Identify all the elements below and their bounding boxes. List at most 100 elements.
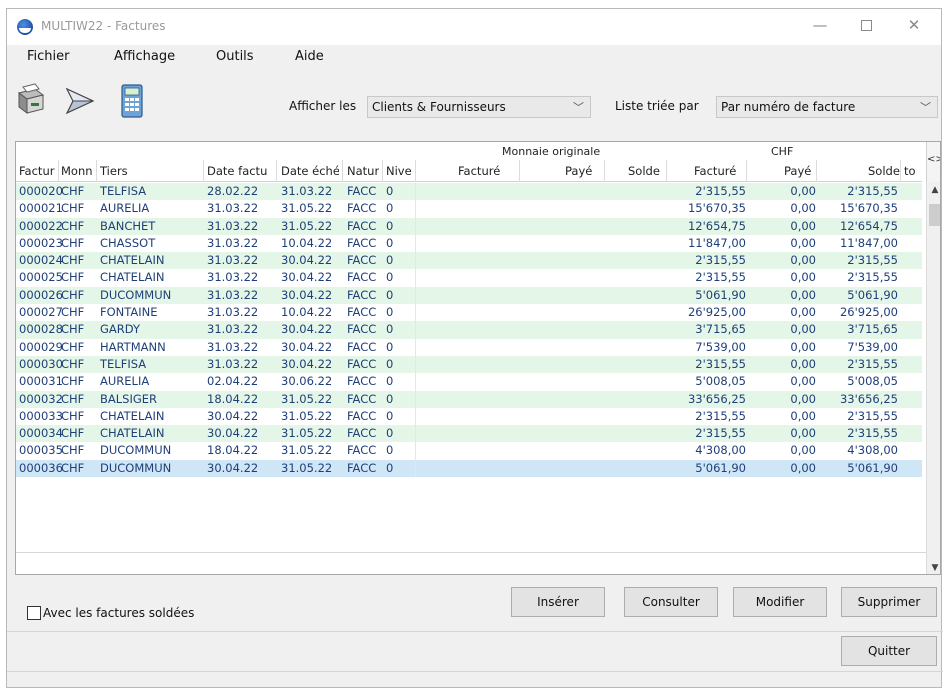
cell-niveau: 0 <box>386 287 394 302</box>
cell-monnaie: CHF <box>61 408 85 423</box>
invoice-grid[interactable]: Monnaie originale CHF Factur Monn Tiers … <box>15 141 941 575</box>
group-monnaie-originale: Monnaie originale <box>502 145 601 158</box>
table-row[interactable]: 000030 CHF TELFISA 31.03.22 30.04.22 FACC 0 2'3… <box>16 355 922 374</box>
cell-chf-paye: 0,00 <box>790 408 816 423</box>
col-tiers[interactable]: Tiers <box>100 164 200 178</box>
table-row[interactable]: 000024 CHF CHATELAIN 31.03.22 30.04.22 FACC 0 2… <box>16 252 922 270</box>
table-row[interactable]: 000034 CHF CHATELAIN 30.04.22 31.05.22 FACC 0 2… <box>16 425 922 443</box>
table-row[interactable]: 000022 CHF BANCHET 31.03.22 31.05.22 FACC 0 12'… <box>16 217 922 235</box>
chevron-down-icon: ﹀ <box>573 101 584 114</box>
cell-chf-paye: 0,00 <box>790 201 816 216</box>
cell-chf-paye: 0,00 <box>790 287 816 302</box>
table-row[interactable]: 000028 CHF GARDY 31.03.22 30.04.22 FACC 0 3'715… <box>16 321 922 339</box>
cell-date-facture: 31.03.22 <box>207 270 259 285</box>
table-row[interactable]: 000035 CHF DUCOMMUN 18.04.22 31.05.22 FACC 0 4'… <box>16 442 922 460</box>
cell-chf-paye: 0,00 <box>790 443 816 458</box>
soldees-checkbox[interactable] <box>27 606 41 620</box>
col-orig-solde[interactable]: Solde <box>628 164 660 178</box>
cell-facture: 000032 <box>19 391 63 406</box>
cell-facture: 000022 <box>19 218 63 233</box>
cell-chf-paye: 0,00 <box>790 460 816 475</box>
column-chooser-button[interactable]: <> <box>926 142 940 182</box>
menu-outils[interactable]: Outils <box>216 49 254 64</box>
calculator-icon[interactable] <box>115 83 149 119</box>
cell-nature: FACC <box>347 305 377 320</box>
table-row[interactable]: 000031 CHF AURELIA 02.04.22 30.06.22 FACC 0 5'0… <box>16 373 922 391</box>
printer-icon[interactable] <box>13 83 47 119</box>
table-row[interactable]: 000020 CHF TELFISA 28.02.22 31.03.22 FACC 0 2'3… <box>16 183 922 201</box>
col-chf-facture[interactable]: Facturé <box>694 164 736 178</box>
col-date-facture[interactable]: Date factu <box>207 164 274 178</box>
cell-date-echeance: 31.05.22 <box>281 391 333 406</box>
cell-chf-paye: 0,00 <box>790 218 816 233</box>
cell-date-echeance: 10.04.22 <box>281 235 333 250</box>
scroll-up-icon[interactable]: ▲ <box>927 182 940 198</box>
col-nature[interactable]: Natur <box>347 164 379 178</box>
table-row[interactable]: 000029 CHF HARTMANN 31.03.22 30.04.22 FACC 0 7'… <box>16 338 922 356</box>
inserer-button[interactable]: Insérer <box>511 587 605 617</box>
cell-date-facture: 30.04.22 <box>207 460 259 475</box>
cell-chf-facture: 5'061,90 <box>695 287 746 302</box>
table-row[interactable]: 000025 CHF CHATELAIN 31.03.22 30.04.22 FACC 0 2… <box>16 269 922 287</box>
cell-chf-paye: 0,00 <box>790 253 816 268</box>
cell-nature: FACC <box>347 460 377 475</box>
col-chf-paye[interactable]: Payé <box>784 164 811 178</box>
col-date-echeance[interactable]: Date éché <box>281 164 339 178</box>
cell-chf-facture: 11'847,00 <box>687 235 746 250</box>
cell-tiers: FONTAINE <box>100 305 158 320</box>
table-row[interactable]: 000027 CHF FONTAINE 31.03.22 10.04.22 FACC 0 26… <box>16 304 922 322</box>
chevron-down-icon: ﹀ <box>920 101 931 114</box>
toolbar: Afficher les Clients & Fournisseurs ﹀ Li… <box>7 69 941 129</box>
cell-facture: 000030 <box>19 356 63 371</box>
cell-monnaie: CHF <box>61 287 85 302</box>
cell-nature: FACC <box>347 270 377 285</box>
cell-facture: 000029 <box>19 339 63 354</box>
col-total[interactable]: to <box>904 164 920 178</box>
app-logo-icon <box>17 19 33 35</box>
modifier-button[interactable]: Modifier <box>733 587 827 617</box>
col-monnaie[interactable]: Monn <box>61 164 93 178</box>
table-row[interactable]: 000026 CHF DUCOMMUN 31.03.22 30.04.22 FACC 0 5'… <box>16 286 922 305</box>
quitter-button[interactable]: Quitter <box>841 636 937 666</box>
cell-nature: FACC <box>347 426 377 441</box>
scroll-down-icon[interactable]: ▼ <box>927 560 940 574</box>
col-orig-facture[interactable]: Facturé <box>458 164 500 178</box>
cell-date-echeance: 31.05.22 <box>281 201 333 216</box>
maximize-button[interactable] <box>843 9 889 43</box>
sender-icon[interactable] <box>63 83 97 119</box>
col-niveau[interactable]: Nive <box>386 164 412 178</box>
table-row[interactable]: 000036 CHF DUCOMMUN 30.04.22 31.05.22 FACC 0 5'… <box>16 459 922 478</box>
table-row[interactable]: 000032 CHF BALSIGER 18.04.22 31.05.22 FACC 0 33… <box>16 390 922 408</box>
col-facture[interactable]: Factur <box>19 164 55 178</box>
vertical-scrollbar[interactable]: ▲ ▼ <box>926 182 940 574</box>
menu-aide[interactable]: Aide <box>295 49 324 64</box>
col-chf-solde[interactable]: Solde <box>868 164 900 178</box>
minimize-button[interactable]: — <box>797 9 843 43</box>
grid-group-header: Monnaie originale CHF <box>16 142 922 160</box>
table-row[interactable]: 000021 CHF AURELIA 31.03.22 31.05.22 FACC 0 15'… <box>16 200 922 218</box>
cell-date-facture: 31.03.22 <box>207 356 259 371</box>
cell-date-echeance: 30.04.22 <box>281 356 333 371</box>
cell-niveau: 0 <box>386 443 394 458</box>
supprimer-button[interactable]: Supprimer <box>841 587 937 617</box>
menu-affichage[interactable]: Affichage <box>114 49 175 64</box>
scroll-thumb[interactable] <box>929 204 940 226</box>
cell-date-facture: 31.03.22 <box>207 201 259 216</box>
table-row[interactable]: 000033 CHF CHATELAIN 30.04.22 31.05.22 FACC 0 2… <box>16 407 922 426</box>
afficher-select[interactable]: Clients & Fournisseurs ﹀ <box>367 96 591 118</box>
cell-chf-solde: 5'061,90 <box>847 460 898 475</box>
cell-monnaie: CHF <box>61 201 85 216</box>
tri-select[interactable]: Par numéro de facture ﹀ <box>716 96 938 118</box>
cell-tiers: CHATELAIN <box>100 253 165 268</box>
table-row[interactable]: 000023 CHF CHASSOT 31.03.22 10.04.22 FACC 0 11'… <box>16 234 922 253</box>
cell-date-facture: 31.03.22 <box>207 235 259 250</box>
close-button[interactable]: ✕ <box>891 9 937 43</box>
cell-niveau: 0 <box>386 356 394 371</box>
col-orig-paye[interactable]: Payé <box>565 164 592 178</box>
menu-fichier[interactable]: Fichier <box>27 49 70 64</box>
cell-monnaie: CHF <box>61 443 85 458</box>
cell-nature: FACC <box>347 218 377 233</box>
cell-monnaie: CHF <box>61 356 85 371</box>
consulter-button[interactable]: Consulter <box>624 587 718 617</box>
soldees-checkbox-label[interactable]: Avec les factures soldées <box>43 606 194 620</box>
